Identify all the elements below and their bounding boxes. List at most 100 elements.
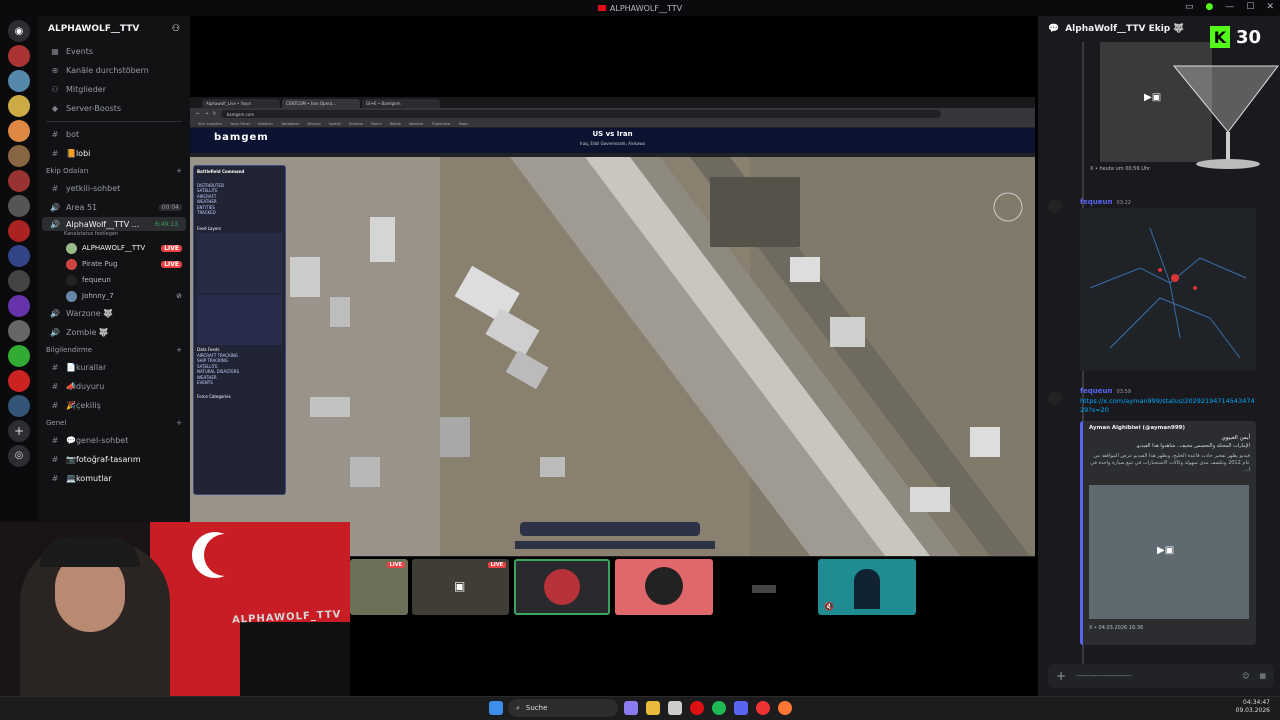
voice-channel-alphawolf[interactable]: 🔊 AlphaWolf__TTV ... 6:49:13 xyxy=(42,217,186,231)
server-icon[interactable] xyxy=(8,270,30,292)
play-icon[interactable]: ▶▣ xyxy=(1157,545,1174,556)
channel-fotograf-tasarim[interactable]: # 📷fotoğraf-tasarım xyxy=(38,450,190,469)
message-link[interactable]: https://x.com/ayman999/status/2029219471… xyxy=(1080,397,1256,415)
server-header[interactable]: ALPHAWOLF__TTV ⚇ xyxy=(38,16,190,42)
browser-tab[interactable]: Alphawolf_Live • Yayın xyxy=(202,99,280,108)
nav-server-boosts[interactable]: ◆ Server-Boosts xyxy=(38,99,190,118)
category-info[interactable]: Bilgilendirme + xyxy=(38,342,190,358)
satellite-map[interactable] xyxy=(190,157,1035,556)
stream-thumb[interactable]: LIVE ▣ xyxy=(412,559,509,615)
bookmark[interactable]: Haberler xyxy=(258,122,273,126)
channel-genel-sohbet[interactable]: # 💬genel-sohbet xyxy=(38,431,190,450)
add-attachment-icon[interactable]: + xyxy=(1056,669,1066,683)
stream-thumb[interactable] xyxy=(514,559,610,615)
category-general[interactable]: Genel + xyxy=(38,415,190,431)
firefox-icon[interactable] xyxy=(778,701,792,715)
channel-duyuru[interactable]: # 📣duyuru xyxy=(38,377,190,396)
taskview-icon[interactable] xyxy=(624,701,638,715)
nav-events[interactable]: ▦ Events xyxy=(38,42,190,61)
forward-icon[interactable]: → xyxy=(204,111,208,117)
server-icon[interactable] xyxy=(8,370,30,392)
voice-user[interactable]: ALPHAWOLF__TTV LIVE xyxy=(38,240,190,256)
add-server-icon[interactable]: + xyxy=(8,420,30,442)
back-icon[interactable]: ← xyxy=(196,111,200,117)
channel-status[interactable]: Kanalstatus festlegen xyxy=(38,231,190,240)
nav-browse-channels[interactable]: ⊕ Kanäle durchstöbern xyxy=(38,61,190,80)
channel-yetkili-sohbet[interactable]: # yetkili-sohbet xyxy=(38,179,190,198)
apps-icon[interactable]: ▦ xyxy=(1259,672,1266,680)
play-icon[interactable]: ▶▣ xyxy=(1144,92,1161,103)
voice-user[interactable]: Pirate Pug LIVE xyxy=(38,256,190,272)
taskbar-search[interactable]: ⌕ Suche xyxy=(508,699,618,717)
server-icon[interactable] xyxy=(8,295,30,317)
panel-section[interactable]: Feed Layers xyxy=(197,226,282,232)
file-explorer-icon[interactable] xyxy=(646,701,660,715)
voice-channel-area51[interactable]: 🔊 Area 51 00 04 xyxy=(38,198,190,217)
browser-tab[interactable]: Gh•E • Bamlgem xyxy=(362,99,440,108)
bookmark[interactable]: Reddit xyxy=(390,122,401,126)
add-channel-icon[interactable]: + xyxy=(176,167,182,175)
bookmark[interactable]: Weather xyxy=(409,122,424,126)
bookmark[interactable]: Flightradar xyxy=(432,122,451,126)
server-icon[interactable] xyxy=(8,45,30,67)
address-bar[interactable]: bamgem.com xyxy=(220,110,941,118)
server-icon[interactable] xyxy=(8,95,30,117)
maximize-icon[interactable]: ☐ xyxy=(1246,2,1254,12)
server-icon[interactable] xyxy=(8,145,30,167)
map-image-attachment[interactable] xyxy=(1080,208,1256,371)
taskbar-clock[interactable]: 04:34:47 09.03.2026 xyxy=(1236,699,1270,715)
server-icon[interactable] xyxy=(8,120,30,142)
channel-bot[interactable]: # bot xyxy=(38,125,190,144)
server-icon[interactable] xyxy=(8,345,30,367)
nav-members[interactable]: ⚇ Mitglieder xyxy=(38,80,190,99)
channel-lobi[interactable]: # 📙lobi xyxy=(38,144,190,163)
browser-tab[interactable]: CENTCOM • Iran Opera... xyxy=(282,99,360,108)
channel-kurallar[interactable]: # 📄kurallar xyxy=(38,358,190,377)
voice-channel-warzone[interactable]: 🔊 Warzone 🐺 xyxy=(38,304,190,323)
server-icon[interactable] xyxy=(8,395,30,417)
add-channel-icon[interactable]: + xyxy=(176,346,182,354)
author-name[interactable]: fequeun xyxy=(1080,387,1113,395)
voice-user[interactable]: fequeun xyxy=(38,272,190,288)
bookmark[interactable]: Discord xyxy=(307,122,320,126)
server-icon[interactable] xyxy=(8,170,30,192)
stream-thumb[interactable]: 🔇 xyxy=(818,559,916,615)
stream-thumb[interactable] xyxy=(716,559,814,615)
bookmark[interactable]: Maps xyxy=(459,122,468,126)
discover-icon[interactable]: ◎ xyxy=(8,445,30,467)
chrome-icon[interactable] xyxy=(756,701,770,715)
channel-cekilis[interactable]: # 🎉çekiliş xyxy=(38,396,190,415)
server-icon[interactable] xyxy=(8,245,30,267)
message-composer[interactable]: + ---------------------- ☺ ▦ xyxy=(1048,664,1274,688)
category-voice[interactable]: Ekip Odaları + xyxy=(38,163,190,179)
bookmark[interactable]: Yayın Panel xyxy=(230,122,250,126)
voice-channel-zombie[interactable]: 🔊 Zombie 🐺 xyxy=(38,323,190,342)
bookmark[interactable]: Tweetdeck xyxy=(281,122,299,126)
opera-icon[interactable] xyxy=(690,701,704,715)
app-icon[interactable] xyxy=(668,701,682,715)
reload-icon[interactable]: ↻ xyxy=(212,111,216,117)
help-icon[interactable]: ● xyxy=(1206,2,1214,12)
bookmark[interactable]: Youtube xyxy=(349,122,363,126)
embed-author[interactable]: Ayman Alghibiwi (@ayman999) xyxy=(1083,421,1256,435)
discord-home-icon[interactable]: ◉ xyxy=(8,20,30,42)
bookmark[interactable]: Twitch xyxy=(371,122,382,126)
emoji-icon[interactable]: ☺ xyxy=(1242,672,1249,680)
avatar[interactable] xyxy=(1048,391,1062,405)
server-icon[interactable] xyxy=(8,70,30,92)
channel-komutlar[interactable]: # 💻komutlar xyxy=(38,469,190,488)
server-icon[interactable] xyxy=(8,320,30,342)
avatar[interactable] xyxy=(1048,199,1062,213)
voice-user[interactable]: Johnny_7 ⊘ xyxy=(38,288,190,304)
add-member-icon[interactable]: ⚇ xyxy=(172,24,180,34)
bookmark[interactable]: Spotify xyxy=(329,122,341,126)
spotify-icon[interactable] xyxy=(712,701,726,715)
inbox-icon[interactable]: ▭ xyxy=(1185,2,1194,12)
discord-icon[interactable] xyxy=(734,701,748,715)
server-icon[interactable] xyxy=(8,195,30,217)
bookmark[interactable]: Kick Analytics xyxy=(198,122,222,126)
add-channel-icon[interactable]: + xyxy=(176,419,182,427)
battlefield-command-panel[interactable]: Battlefield Command DISTRIBUTED SATELLIT… xyxy=(193,165,286,495)
author-name[interactable]: fequeun xyxy=(1080,198,1113,206)
stream-thumb[interactable] xyxy=(615,559,713,615)
